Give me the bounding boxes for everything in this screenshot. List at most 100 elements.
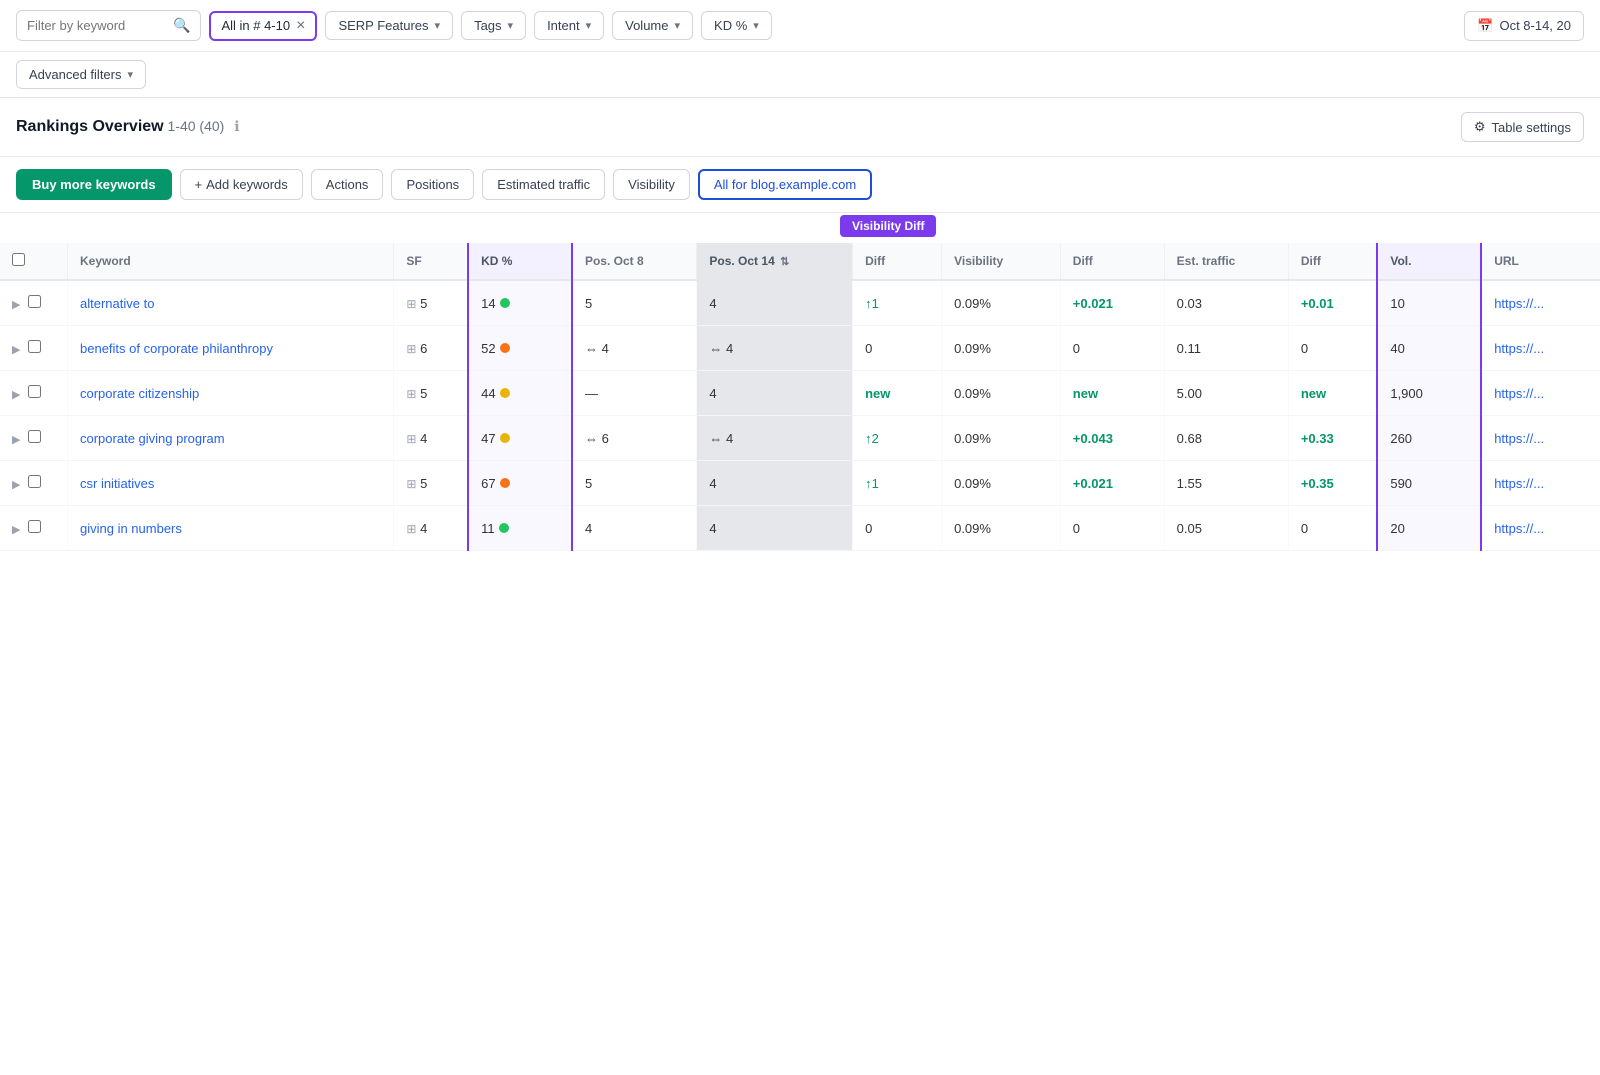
visibility-cell: 0.09% (942, 461, 1061, 506)
expand-icon[interactable]: ▶ (12, 434, 20, 446)
expand-icon[interactable]: ▶ (12, 389, 20, 401)
search-box: 🔍 (16, 10, 201, 41)
row-checkbox[interactable] (28, 520, 41, 533)
th-visibility: Visibility (942, 243, 1061, 280)
intent-dropdown[interactable]: Intent ▾ (534, 11, 604, 40)
tags-label: Tags (474, 18, 501, 33)
th-est-diff: Diff (1288, 243, 1377, 280)
th-pos-oct14: Pos. Oct 14 ⇅ (697, 243, 853, 280)
advanced-filters-button[interactable]: Advanced filters ▾ (16, 60, 146, 89)
actions-button[interactable]: Actions (311, 169, 384, 200)
th-vis-diff: Diff (1060, 243, 1164, 280)
table-row: ▶ corporate citizenship ⊞ 5 44 — 4 new 0… (0, 371, 1600, 416)
est-diff-cell: +0.01 (1288, 280, 1377, 326)
expand-icon[interactable]: ▶ (12, 524, 20, 536)
add-keywords-button[interactable]: + Add keywords (180, 169, 303, 200)
table-row: ▶ csr initiatives ⊞ 5 67 5 4 ↑1 0.09% +0… (0, 461, 1600, 506)
date-range-button[interactable]: 📅 Oct 8-14, 20 (1464, 11, 1584, 41)
vis-diff-value: +0.021 (1073, 296, 1113, 311)
filter-chip-all-in[interactable]: All in # 4-10 × (209, 11, 317, 41)
visibility-cell: 0.09% (942, 280, 1061, 326)
est-diff-value: new (1301, 386, 1326, 401)
url-cell: https://... (1481, 371, 1600, 416)
select-all-checkbox[interactable] (12, 253, 25, 266)
diff-cell: ↑1 (853, 461, 942, 506)
est-traffic-cell: 0.68 (1164, 416, 1288, 461)
est-diff-cell: +0.33 (1288, 416, 1377, 461)
table-wrapper: Visibility Diff Keyword SF KD % (0, 213, 1600, 551)
estimated-traffic-tab[interactable]: Estimated traffic (482, 169, 605, 200)
est-diff-cell: +0.35 (1288, 461, 1377, 506)
add-keywords-label: Add keywords (206, 177, 288, 192)
keyword-link[interactable]: giving in numbers (80, 521, 182, 536)
vis-diff-value: 0 (1073, 521, 1080, 536)
est-traffic-cell: 0.03 (1164, 280, 1288, 326)
pos-oct14-cell: 4 (697, 461, 853, 506)
close-icon[interactable]: × (296, 18, 305, 34)
sf-icon: ⊞ (406, 477, 416, 491)
sf-icon: ⊞ (406, 387, 416, 401)
keyword-link[interactable]: corporate citizenship (80, 386, 199, 401)
diff-value: 0 (865, 341, 872, 356)
visibility-tab[interactable]: Visibility (613, 169, 690, 200)
row-checkbox[interactable] (28, 295, 41, 308)
chevron-down-icon: ▾ (508, 19, 514, 32)
volume-dropdown[interactable]: Volume ▾ (612, 11, 693, 40)
diff-value: 0 (865, 521, 872, 536)
expand-icon[interactable]: ▶ (12, 344, 20, 356)
vol-cell: 20 (1377, 506, 1481, 551)
est-traffic-cell: 0.05 (1164, 506, 1288, 551)
url-link[interactable]: https://... (1494, 476, 1544, 491)
diff-cell: ↑1 (853, 280, 942, 326)
kd-dot (500, 388, 510, 398)
keyword-link[interactable]: corporate giving program (80, 431, 225, 446)
kd-cell: 67 (468, 461, 572, 506)
keyword-link[interactable]: csr initiatives (80, 476, 154, 491)
kd-cell: 52 (468, 326, 572, 371)
diff-cell: new (853, 371, 942, 416)
vis-diff-cell: 0 (1060, 506, 1164, 551)
buy-keywords-button[interactable]: Buy more keywords (16, 169, 172, 200)
kd-cell: 11 (468, 506, 572, 551)
pos-oct14-cell: ⇔ 4 (697, 416, 853, 461)
th-vol: Vol. (1377, 243, 1481, 280)
info-icon[interactable]: ℹ (234, 118, 239, 134)
action-bar: Buy more keywords + Add keywords Actions… (0, 157, 1600, 213)
table-settings-button[interactable]: ⚙ Table settings (1461, 112, 1584, 142)
row-checkbox[interactable] (28, 430, 41, 443)
kd-dot (500, 343, 510, 353)
url-link[interactable]: https://... (1494, 521, 1544, 536)
diff-cell: ↑2 (853, 416, 942, 461)
est-diff-cell: 0 (1288, 326, 1377, 371)
all-for-tab[interactable]: All for blog.example.com (698, 169, 872, 200)
expand-icon[interactable]: ▶ (12, 299, 20, 311)
keyword-cell: alternative to (68, 280, 394, 326)
vol-cell: 40 (1377, 326, 1481, 371)
row-expand-cell: ▶ (0, 506, 68, 551)
sort-icon[interactable]: ⇅ (780, 256, 789, 268)
url-link[interactable]: https://... (1494, 341, 1544, 356)
kd-dropdown[interactable]: KD % ▾ (701, 11, 772, 40)
search-input[interactable] (27, 18, 167, 33)
row-checkbox[interactable] (28, 340, 41, 353)
url-link[interactable]: https://... (1494, 296, 1544, 311)
volume-label: Volume (625, 18, 668, 33)
chevron-down-icon: ▾ (753, 19, 759, 32)
intent-label: Intent (547, 18, 580, 33)
tags-dropdown[interactable]: Tags ▾ (461, 11, 526, 40)
est-diff-value: +0.01 (1301, 296, 1334, 311)
keyword-link[interactable]: benefits of corporate philanthropy (80, 341, 273, 356)
kd-dot (500, 298, 510, 308)
row-checkbox[interactable] (28, 475, 41, 488)
table-row: ▶ giving in numbers ⊞ 4 11 4 4 0 0.09% 0… (0, 506, 1600, 551)
diff-cell: 0 (853, 506, 942, 551)
date-label: Oct 8-14, 20 (1499, 18, 1571, 33)
row-checkbox[interactable] (28, 385, 41, 398)
positions-tab[interactable]: Positions (391, 169, 474, 200)
serp-features-dropdown[interactable]: SERP Features ▾ (325, 11, 453, 40)
keyword-link[interactable]: alternative to (80, 296, 154, 311)
section-header: Rankings Overview 1-40 (40) ℹ ⚙ Table se… (0, 98, 1600, 157)
url-link[interactable]: https://... (1494, 431, 1544, 446)
expand-icon[interactable]: ▶ (12, 479, 20, 491)
url-link[interactable]: https://... (1494, 386, 1544, 401)
